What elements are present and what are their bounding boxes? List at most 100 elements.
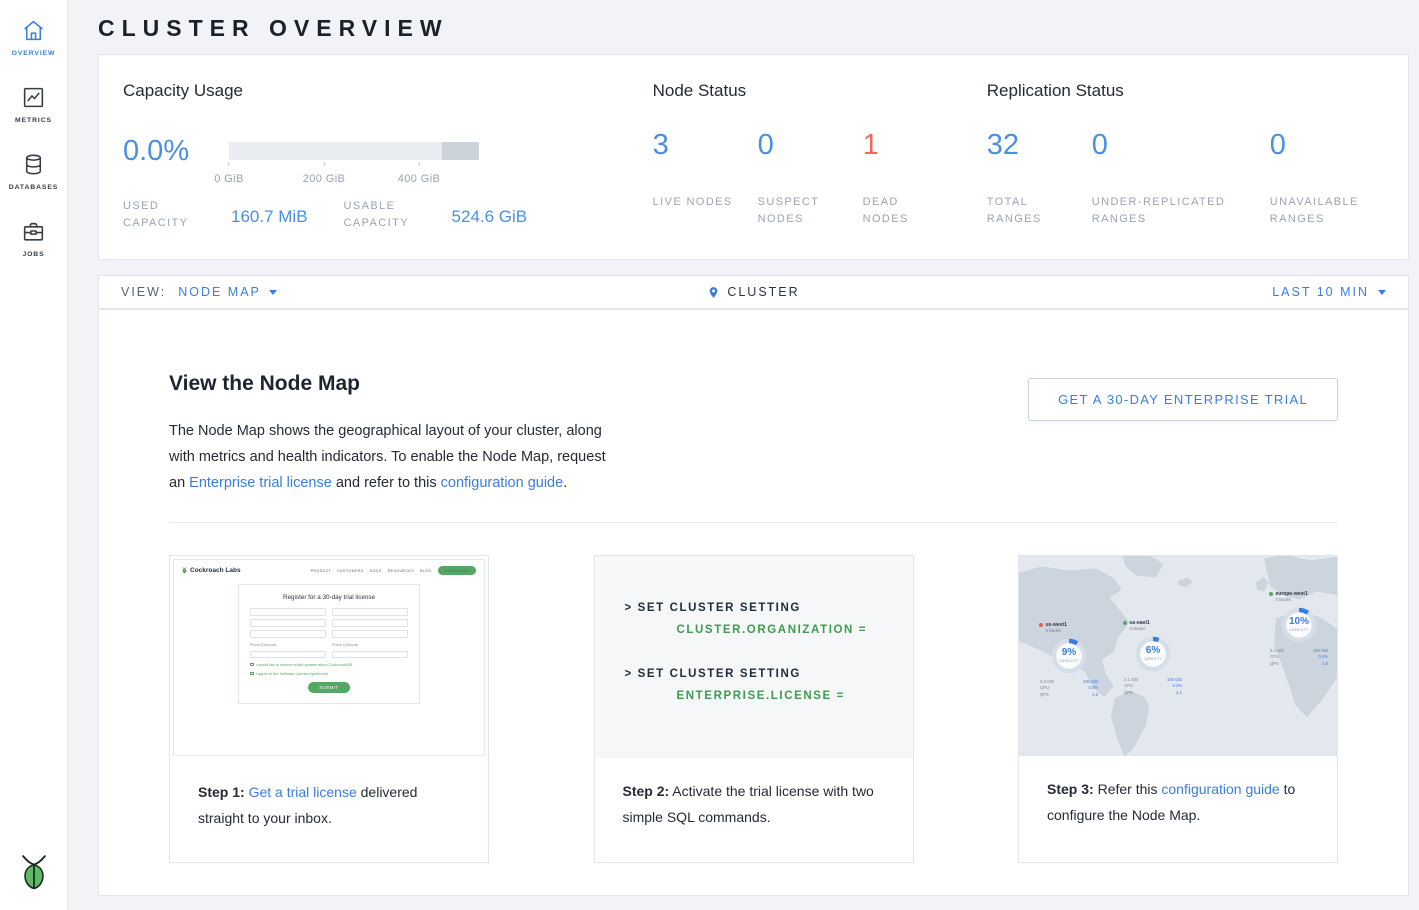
step-1-caption: Step 1: Get a trial license delivered st… (170, 759, 488, 831)
chevron-down-icon (1378, 290, 1386, 295)
node-status-section: Node Status 3 LIVE NODES 0 SUSPECT NODES… (653, 81, 987, 235)
form-field-placeholder (332, 619, 408, 627)
configuration-guide-link[interactable]: configuration guide (1161, 781, 1279, 797)
sidebar-item-label: DATABASES (9, 184, 58, 191)
step-2-label: Step 2: (623, 783, 670, 799)
view-selector-dropdown[interactable]: NODE MAP (178, 285, 277, 299)
license-agreement-link: Software License Agreement (279, 672, 328, 676)
capacity-donut: 6%CAPACITY (1133, 634, 1173, 674)
node-map-preview: us-west13 Nodes 9%CAPACITY 3.2 GiB100 Gi… (1019, 556, 1337, 756)
region-status-dot (1123, 621, 1127, 625)
step-2-card: > SET CLUSTER SETTING CLUSTER.ORGANIZATI… (594, 555, 914, 863)
sql-command-line: > SET CLUSTER SETTING (625, 602, 913, 614)
live-nodes-value: 3 (653, 129, 739, 162)
unavailable-ranges-value: 0 (1270, 129, 1356, 162)
time-range-dropdown[interactable]: LAST 10 MIN (800, 285, 1386, 299)
form-field-placeholder (250, 619, 326, 627)
live-nodes-stat: 3 LIVE NODES (653, 129, 739, 228)
region-status-dot (1269, 592, 1273, 596)
screenshot-download-button: DOWNLOAD (438, 566, 476, 575)
replication-status-section: Replication Status 32 TOTAL RANGES 0 UND… (987, 81, 1384, 235)
cockroach-bug-icon (182, 567, 187, 573)
step-3-card: us-west13 Nodes 9%CAPACITY 3.2 GiB100 Gi… (1018, 555, 1338, 863)
total-ranges-label: TOTAL RANGES (987, 194, 1073, 228)
map-breadcrumb-cluster[interactable]: CLUSTER (707, 285, 799, 300)
sql-code-block: > SET CLUSTER SETTING CLUSTER.ORGANIZATI… (595, 556, 913, 758)
node-map-description: The Node Map shows the geographical layo… (169, 418, 621, 496)
databases-icon (21, 152, 46, 177)
under-replicated-ranges-label: UNDER-REPLICATED RANGES (1092, 194, 1250, 228)
capacity-axis-tick: 0 GiB (214, 162, 244, 187)
capacity-axis: 0 GiB 200 GiB 400 GiB (229, 160, 479, 186)
capacity-bar-other-segment (442, 142, 480, 160)
time-range-value: LAST 10 MIN (1272, 285, 1369, 299)
breadcrumb-cluster-label: CLUSTER (727, 285, 799, 299)
map-node-region: us-east13 Nodes 6%CAPACITY 3.1 GiB100 Gi… (1121, 620, 1185, 696)
map-node-region: europe-west13 Nodes 10%CAPACITY 3.4 GiB1… (1267, 591, 1331, 667)
region-status-dot (1039, 623, 1043, 627)
total-ranges-value: 32 (987, 129, 1073, 162)
cockroach-bug-icon (20, 854, 48, 891)
sql-command-line: > SET CLUSTER SETTING (625, 668, 913, 680)
total-ranges-stat: 32 TOTAL RANGES (987, 129, 1073, 228)
checkbox-icon (250, 663, 254, 667)
form-field-placeholder (332, 651, 408, 659)
node-status-title: Node Status (653, 81, 987, 101)
dead-nodes-label: DEAD NODES (863, 194, 949, 228)
cluster-summary-card: Capacity Usage 0.0% 0 GiB 200 GiB 400 Gi… (98, 54, 1409, 260)
divider (169, 522, 1338, 523)
usable-capacity-value: 524.6 GiB (452, 207, 528, 232)
form-field-placeholder (332, 608, 408, 616)
checkbox-icon (250, 672, 254, 676)
used-capacity-stat: USED CAPACITY 160.7 MiB (123, 198, 308, 232)
suspect-nodes-stat: 0 SUSPECT NODES (758, 129, 844, 228)
capacity-used-percent: 0.0% (123, 135, 229, 168)
phone-field-label: Phone (Optional) (332, 641, 408, 647)
view-selector-value: NODE MAP (178, 285, 261, 299)
metrics-icon (21, 85, 46, 110)
sidebar-item-label: JOBS (22, 251, 44, 258)
sidebar-item-overview[interactable]: OVERVIEW (12, 18, 56, 57)
step-3-caption: Step 3: Refer this configuration guide t… (1019, 756, 1337, 828)
main-content: CLUSTER OVERVIEW Capacity Usage 0.0% 0 G… (68, 0, 1419, 896)
get-trial-license-link[interactable]: Get a trial license (249, 784, 357, 800)
capacity-bar (229, 142, 479, 160)
license-agree-checkbox-row: I agree to the Software License Agreemen… (250, 672, 408, 677)
sidebar: OVERVIEW METRICS DATABASES JOBS (0, 0, 68, 910)
capacity-donut: 9%CAPACITY (1049, 636, 1089, 676)
dead-nodes-value: 1 (863, 129, 949, 162)
sql-setting-line: ENTERPRISE.LICENSE = (677, 690, 913, 702)
phone-field-label: Phone (Optional) (250, 641, 326, 647)
registration-page-screenshot: Cockroach Labs PRODUCT CUSTOMERS DOCS RE… (173, 559, 485, 756)
configuration-guide-link[interactable]: configuration guide (441, 475, 564, 491)
unavailable-ranges-label: UNAVAILABLE RANGES (1270, 194, 1356, 228)
used-capacity-label: USED CAPACITY (123, 198, 211, 232)
description-text: and refer to this (332, 475, 441, 491)
capacity-axis-tick: 200 GiB (303, 162, 346, 187)
cockroach-labs-logo (20, 854, 48, 896)
sidebar-item-label: OVERVIEW (12, 50, 56, 57)
capacity-bar-chart: 0 GiB 200 GiB 400 GiB (229, 142, 479, 186)
sidebar-item-metrics[interactable]: METRICS (15, 85, 52, 124)
node-map-heading: View the Node Map (169, 372, 621, 396)
region-metrics: 3.2 GiB100 GiB CPU0.3% QPS1.9 (1040, 679, 1098, 699)
unavailable-ranges-stat: 0 UNAVAILABLE RANGES (1270, 129, 1356, 228)
suspect-nodes-value: 0 (758, 129, 844, 162)
form-field-placeholder (332, 630, 408, 638)
sidebar-item-databases[interactable]: DATABASES (9, 152, 58, 191)
suspect-nodes-label: SUSPECT NODES (758, 194, 844, 228)
form-field-placeholder (250, 608, 326, 616)
chevron-down-icon (269, 290, 277, 295)
sidebar-item-jobs[interactable]: JOBS (21, 219, 46, 258)
map-node-region: us-west13 Nodes 9%CAPACITY 3.2 GiB100 Gi… (1037, 622, 1101, 698)
enterprise-trial-license-link[interactable]: Enterprise trial license (189, 475, 332, 491)
view-bar: VIEW: NODE MAP CLUSTER LAST 10 MIN (98, 275, 1409, 309)
screenshot-submit-button: SUBMIT (308, 682, 350, 693)
capacity-axis-tick: 400 GiB (398, 162, 441, 187)
view-label: VIEW: (121, 285, 166, 299)
step-1-label: Step 1: (198, 784, 245, 800)
region-metrics: 3.4 GiB100 GiB CPU0.4% QPS1.6 (1270, 648, 1328, 668)
screenshot-nav: PRODUCT CUSTOMERS DOCS RESOURCES BLOG DO… (311, 566, 476, 575)
enterprise-trial-cta-button[interactable]: GET A 30-DAY ENTERPRISE TRIAL (1028, 378, 1338, 421)
email-optin-checkbox-row: I would like to receive email updates ab… (250, 663, 408, 668)
